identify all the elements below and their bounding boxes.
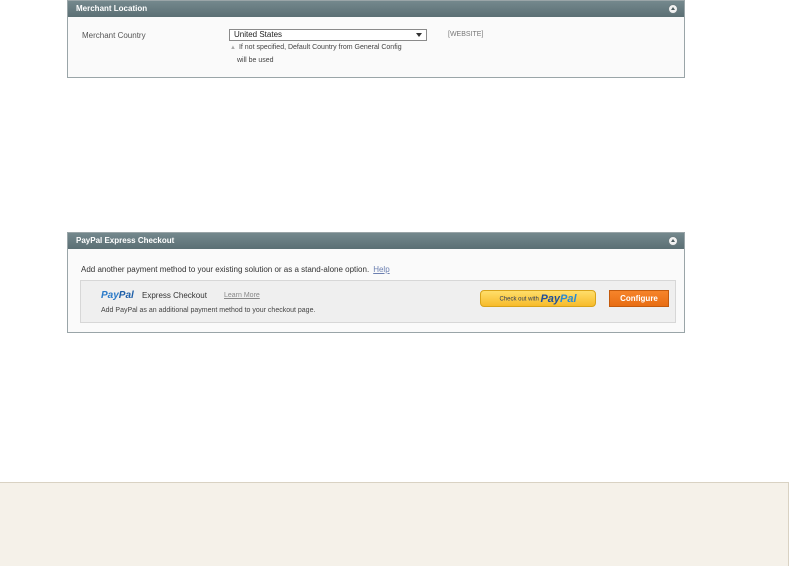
merchant-country-select[interactable]: United States <box>229 29 427 41</box>
paypal-logo-pay: Pay <box>101 290 119 301</box>
note-line-1: If not specified, Default Country from G… <box>238 44 402 51</box>
merchant-country-value: United States <box>234 30 283 39</box>
merchant-country-note: ▲ If not specified, Default Country from … <box>230 42 402 54</box>
paypal-express-header[interactable]: PayPal Express Checkout <box>68 233 684 249</box>
collapse-up-icon[interactable] <box>668 4 678 14</box>
scope-label: [WEBSITE] <box>448 31 484 38</box>
merchant-location-title: Merchant Location <box>76 4 148 13</box>
triangle-up-icon: ▲ <box>230 45 236 51</box>
configure-button[interactable]: Configure <box>609 290 669 307</box>
paypal-option-box: PayPal Express Checkout Learn More Add P… <box>80 280 676 323</box>
checkout-with-paypal-button[interactable]: Check out with PayPal <box>480 290 596 307</box>
learn-more-link[interactable]: Learn More <box>224 292 260 299</box>
paypal-description: Add PayPal as an additional payment meth… <box>101 307 316 314</box>
paypal-intro-text: Add another payment method to your exist… <box>81 265 370 274</box>
merchant-location-panel: Merchant Location Merchant Country Unite… <box>67 0 685 78</box>
paypal-express-title: PayPal Express Checkout <box>76 236 175 245</box>
merchant-country-label: Merchant Country <box>82 31 146 40</box>
chevron-down-icon <box>416 33 422 37</box>
paypal-express-panel: PayPal Express Checkout Add another paym… <box>67 232 685 333</box>
merchant-location-header[interactable]: Merchant Location <box>68 1 684 17</box>
bottom-note-box <box>0 482 789 566</box>
checkout-button-pay: Pay <box>540 293 561 305</box>
paypal-intro: Add another payment method to your exist… <box>81 265 390 274</box>
paypal-logo-pal: Pal <box>118 290 134 301</box>
help-link[interactable]: Help <box>373 265 389 274</box>
checkout-button-pal: Pal <box>560 293 577 305</box>
note-line-2: will be used <box>237 57 274 64</box>
express-checkout-title: Express Checkout <box>142 291 207 300</box>
checkout-button-logo: PayPal <box>540 293 576 305</box>
collapse-up-icon[interactable] <box>668 236 678 246</box>
paypal-logo: PayPal <box>101 290 134 301</box>
checkout-button-prefix: Check out with <box>499 296 539 303</box>
